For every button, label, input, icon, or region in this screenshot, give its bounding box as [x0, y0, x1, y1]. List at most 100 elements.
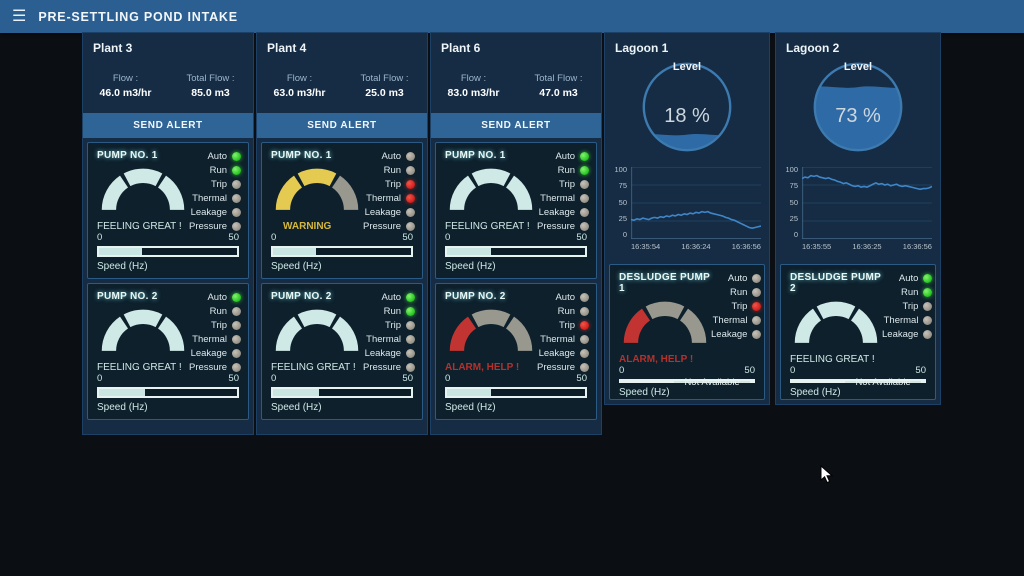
- level-gauge: Level 18 %: [605, 59, 769, 159]
- pump-title: PUMP NO. 2: [97, 291, 189, 302]
- led-label: Auto: [207, 151, 227, 162]
- flow-readouts: Flow : 63.0 m3/hr Total Flow : 25.0 m3: [257, 73, 427, 99]
- pump-gauge: [271, 165, 363, 217]
- pump-card: PUMP NO. 1 WARNING Auto Run Trip Thermal…: [261, 142, 423, 279]
- led-label: Leakage: [539, 207, 575, 218]
- speed-bar: [271, 246, 413, 257]
- send-alert-button[interactable]: SEND ALERT: [257, 113, 427, 138]
- led-indicator: [752, 330, 761, 339]
- led-label: Thermal: [540, 334, 575, 345]
- panel-lagoon-1: Lagoon 1 Level 18 % 10075 5025 0: [604, 32, 770, 405]
- send-alert-button[interactable]: SEND ALERT: [83, 113, 253, 138]
- total-flow-label: Total Flow :: [168, 73, 253, 84]
- pump-card: PUMP NO. 1 FEELING GREAT ! Auto Run Trip…: [87, 142, 249, 279]
- level-trend-chart: 10075 5025 0 16:35:55 16:36:25 16:36:56: [782, 167, 932, 251]
- led-label: Trip: [385, 320, 401, 331]
- led-label: Leakage: [191, 348, 227, 359]
- panel-title: Lagoon 2: [776, 33, 940, 55]
- panel-title: Plant 4: [257, 33, 427, 55]
- speed-bar: [271, 387, 413, 398]
- pump-title: DESLUDGE PUMP 1: [619, 272, 711, 294]
- led-indicator: [752, 302, 761, 311]
- app-header: ☰ PRE-SETTLING POND INTAKE: [0, 0, 1024, 33]
- total-flow-value: 25.0 m3: [342, 87, 427, 99]
- led-indicator: [580, 349, 589, 358]
- pump-card: PUMP NO. 2 FEELING GREAT ! Auto Run Trip…: [87, 283, 249, 420]
- led-indicator: [580, 307, 589, 316]
- led-label: Auto: [899, 273, 919, 284]
- led-indicator: [232, 208, 241, 217]
- led-label: Thermal: [540, 193, 575, 204]
- pump-status-text: ALARM, HELP !: [619, 354, 711, 365]
- led-indicator: [406, 349, 415, 358]
- pump-title: PUMP NO. 1: [97, 150, 189, 161]
- led-indicator: [580, 321, 589, 330]
- panel-title: Lagoon 1: [605, 33, 769, 55]
- led-label: Trip: [211, 179, 227, 190]
- speed-bar: Not Available: [790, 379, 926, 383]
- total-flow-value: 47.0 m3: [516, 87, 601, 99]
- panel-title: Plant 6: [431, 33, 601, 55]
- flow-label: Flow :: [431, 73, 516, 84]
- y-axis-ticks: 10075 5025 0: [782, 167, 802, 239]
- led-indicator: [580, 222, 589, 231]
- led-list: Auto Run Trip Thermal Leakage Pressure: [363, 150, 415, 232]
- mouse-cursor: [820, 465, 834, 485]
- pump-card: PUMP NO. 1 FEELING GREAT ! Auto Run Trip…: [435, 142, 597, 279]
- led-label: Run: [558, 165, 575, 176]
- panel-title: Plant 3: [83, 33, 253, 55]
- led-label: Pressure: [363, 362, 401, 373]
- led-list: Auto Run Trip Thermal Leakage Pressure: [189, 150, 241, 232]
- pump-card: PUMP NO. 2 ALARM, HELP ! Auto Run Trip T…: [435, 283, 597, 420]
- led-label: Leakage: [191, 207, 227, 218]
- speed-bar-fill: [447, 248, 491, 255]
- led-list: Auto Run Trip Thermal Leakage: [882, 272, 932, 365]
- flow-value: 83.0 m3/hr: [431, 87, 516, 99]
- speed-scale: 050: [97, 373, 239, 384]
- menu-icon[interactable]: ☰: [12, 9, 26, 25]
- led-label: Run: [384, 306, 401, 317]
- led-label: Auto: [381, 292, 401, 303]
- speed-label: Speed (Hz): [97, 402, 239, 413]
- led-indicator: [923, 316, 932, 325]
- led-list: Auto Run Trip Thermal Leakage Pressure: [363, 291, 415, 373]
- led-indicator: [580, 152, 589, 161]
- led-indicator: [923, 330, 932, 339]
- trend-line: [802, 176, 932, 190]
- flow-value: 63.0 m3/hr: [257, 87, 342, 99]
- led-label: Leakage: [711, 329, 747, 340]
- led-indicator: [232, 222, 241, 231]
- led-label: Run: [210, 165, 227, 176]
- led-label: Trip: [559, 179, 575, 190]
- led-indicator: [923, 302, 932, 311]
- speed-scale: 050: [445, 232, 587, 243]
- pump-status-text: FEELING GREAT !: [97, 362, 189, 373]
- led-label: Auto: [207, 292, 227, 303]
- speed-bar: [97, 387, 239, 398]
- panel-plant-6: Plant 6 Flow : 83.0 m3/hr Total Flow : 4…: [430, 32, 602, 435]
- flow-label: Flow :: [83, 73, 168, 84]
- pump-status-text: FEELING GREAT !: [271, 362, 363, 373]
- speed-scale: 050: [790, 365, 926, 376]
- pump-title: PUMP NO. 2: [271, 291, 363, 302]
- level-label: Level: [776, 61, 940, 73]
- led-label: Run: [901, 287, 918, 298]
- flow-readouts: Flow : 46.0 m3/hr Total Flow : 85.0 m3: [83, 73, 253, 99]
- led-label: Thermal: [192, 334, 227, 345]
- level-label: Level: [605, 61, 769, 73]
- led-label: Run: [730, 287, 747, 298]
- send-alert-button[interactable]: SEND ALERT: [431, 113, 601, 138]
- trend-line: [631, 212, 761, 229]
- led-label: Auto: [555, 151, 575, 162]
- led-indicator: [232, 307, 241, 316]
- speed-label: Speed (Hz): [97, 261, 239, 272]
- level-percent: 18 %: [605, 105, 769, 128]
- pump-card: DESLUDGE PUMP 2 FEELING GREAT ! Auto Run…: [780, 264, 936, 400]
- pump-gauge: [97, 165, 189, 217]
- led-indicator: [752, 316, 761, 325]
- led-indicator: [580, 194, 589, 203]
- led-indicator: [580, 363, 589, 372]
- led-indicator: [232, 293, 241, 302]
- total-flow-label: Total Flow :: [516, 73, 601, 84]
- speed-bar: Not Available: [619, 379, 755, 383]
